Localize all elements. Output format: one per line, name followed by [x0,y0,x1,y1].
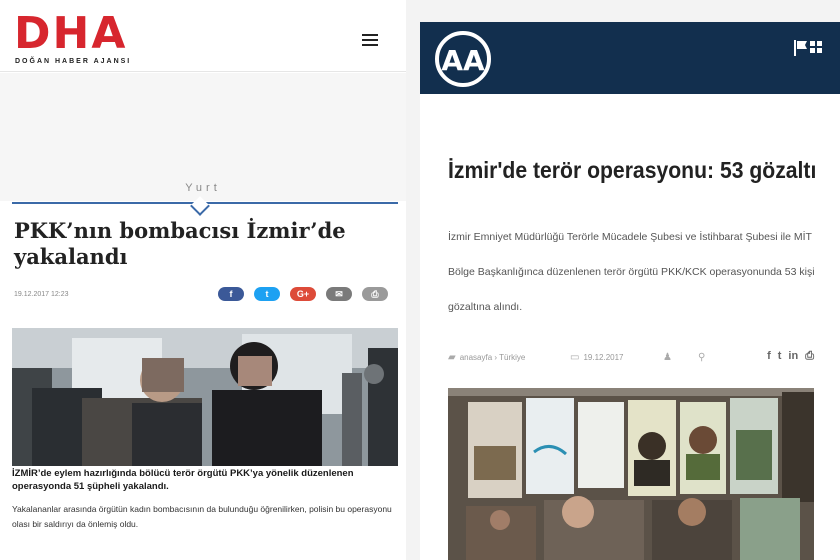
article-meta-bar: ▰ anasayfa › Türkiye ▭ 19.12.2017 ♟ ⚲ f … [448,350,814,364]
photo-caption: İZMİR’de eylem hazırlığında bölücü terör… [12,468,354,492]
twitter-share-button[interactable]: t [254,287,280,301]
dha-article-screenshot: DHA DOĞAN HABER AJANSI Yurt PKK’nın bomb… [0,0,406,560]
breadcrumb[interactable]: ▰ anasayfa › Türkiye [448,352,525,363]
twitter-icon[interactable]: t [778,350,782,363]
print-share-button[interactable]: ⎙ [362,287,388,301]
dha-header: DHA DOĞAN HABER AJANSI [0,0,406,72]
article-tools: f t in ⎙ [767,350,814,363]
person-icon: ♟ [663,352,672,363]
dha-tagline: DOĞAN HABER AJANSI [15,58,132,65]
share-buttons: f t G+ ✉ ⎙ [218,287,388,303]
aa-article-screenshot: AA İzmir'de terör operasyonu: 53 gözaltı… [420,22,840,560]
facebook-share-button[interactable]: f [218,287,244,301]
print-icon[interactable]: ⎙ [805,350,814,363]
article-date-meta: ▭ 19.12.2017 [570,352,624,363]
calendar-icon: ▭ [570,352,580,363]
location-meta: ⚲ [698,352,705,363]
article-photo [12,328,398,466]
aa-logo[interactable]: AA [434,30,492,88]
article-date: 19.12.2017 [583,353,624,362]
article-title: İzmir'de terör operasyonu: 53 gözaltı [448,157,817,183]
aa-logo-text: AA [441,44,485,77]
aa-header: AA [420,22,840,94]
language-flag-icon[interactable] [792,38,826,58]
article-body: Yakalananlar arasında örgütün kadın bomb… [12,504,392,529]
linkedin-icon[interactable]: in [788,350,798,363]
breadcrumb-text[interactable]: anasayfa › Türkiye [460,353,526,362]
article-title: PKK’nın bombacısı İzmir’de yakalandı [14,218,346,269]
hamburger-menu-icon[interactable] [362,34,382,48]
article-date: 19.12.2017 12:23 [14,291,69,298]
google-plus-share-button[interactable]: G+ [290,287,316,301]
section-label[interactable]: Yurt [0,182,406,194]
email-share-button[interactable]: ✉ [326,287,352,301]
dha-logo[interactable]: DHA [14,12,127,56]
facebook-icon[interactable]: f [767,350,771,363]
location-pin-icon: ⚲ [698,352,706,363]
article-photo [448,388,814,560]
article-lead: İzmir Emniyet Müdürlüğü Terörle Mücadele… [448,231,815,313]
folder-icon: ▰ [448,352,456,363]
author-meta: ♟ [663,352,672,363]
